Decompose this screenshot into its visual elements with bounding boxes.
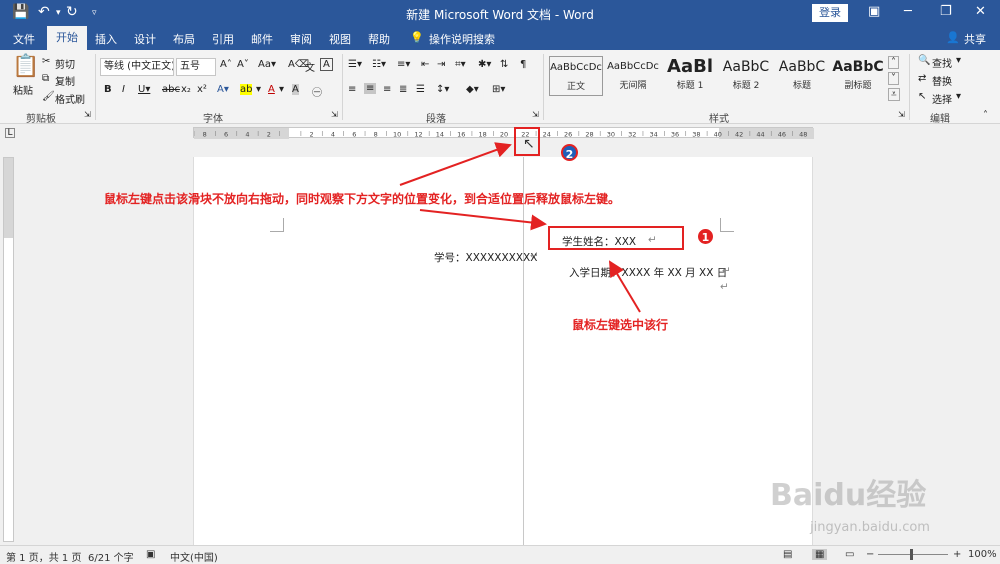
web-layout-icon[interactable]: ▭ <box>845 549 854 560</box>
print-layout-icon[interactable]: ▦ <box>812 549 828 560</box>
proofing-icon[interactable]: ▣ <box>146 549 155 560</box>
page-count[interactable]: 第 1 页，共 1 页 <box>6 549 81 564</box>
word-count[interactable]: 6/21 个字 <box>88 549 134 564</box>
status-bar: 第 1 页，共 1 页 6/21 个字 ▣ 中文(中国) ▤ ▦ ▭ − + 1… <box>0 545 1000 564</box>
zoom-out-icon[interactable]: − <box>866 549 874 560</box>
language-status[interactable]: 中文(中国) <box>170 549 218 564</box>
read-mode-icon[interactable]: ▤ <box>783 549 792 560</box>
step-badge-1: 1 <box>697 228 714 245</box>
zoom-slider[interactable] <box>878 554 948 555</box>
step-badge-2: 2 <box>561 144 578 161</box>
select-instruction: 鼠标左键选中该行 <box>572 318 669 332</box>
drag-instruction: 鼠标左键点击该滑块不放向右拖动，同时观察下方文字的位置变化，到合适位置后释放鼠标… <box>104 192 621 206</box>
zoom-slider-thumb[interactable] <box>910 549 913 560</box>
watermark-brand: Baidu经验 <box>770 478 927 513</box>
watermark-url: jingyan.baidu.com <box>810 520 930 535</box>
zoom-level[interactable]: 100% <box>968 549 997 560</box>
zoom-in-icon[interactable]: + <box>953 549 961 560</box>
